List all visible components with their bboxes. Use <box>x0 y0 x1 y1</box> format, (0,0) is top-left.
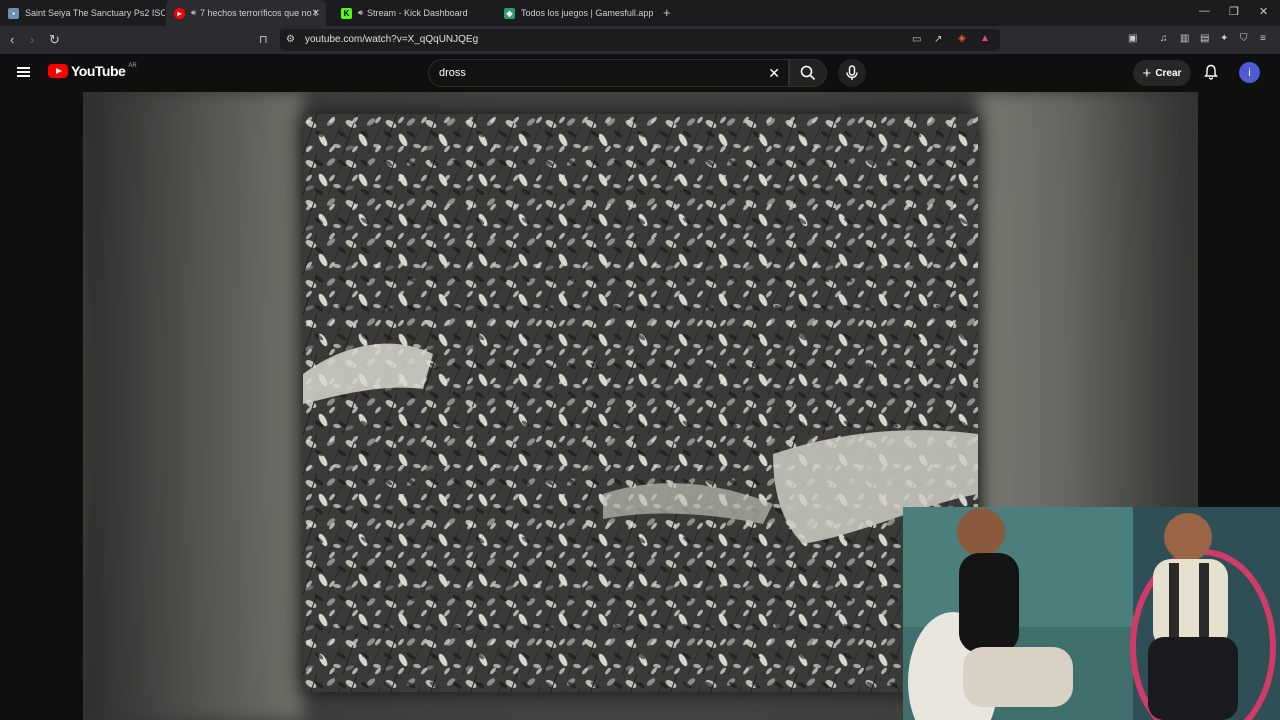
youtube-favicon-icon: ▸ <box>174 7 185 19</box>
forward-icon[interactable]: › <box>30 32 34 47</box>
image-favicon-icon: ▪ <box>8 7 19 19</box>
url-text: youtube.com/watch?v=X_qQqUNJQEg <box>305 34 479 45</box>
tab-gamesfull[interactable]: ◆ Todos los juegos | Gamesfull.app <box>496 0 656 26</box>
menu-icon[interactable]: ≡ <box>1260 33 1266 44</box>
search-icon <box>800 65 816 81</box>
video-frame-photo <box>303 114 978 692</box>
blurred-background-left <box>83 92 303 720</box>
youtube-logo[interactable]: YouTube AR <box>48 63 137 79</box>
speaker-icon[interactable]: 🔊︎ <box>358 8 363 18</box>
microphone-icon <box>846 65 858 80</box>
search-button[interactable] <box>789 59 827 87</box>
notifications-bell-icon[interactable] <box>1203 64 1219 80</box>
tab-kick-dashboard[interactable]: K 🔊︎ Stream - Kick Dashboard <box>333 0 493 26</box>
tab-title: Todos los juegos | Gamesfull.app <box>521 8 654 18</box>
youtube-header: YouTube AR dross ✕ + Crear i <box>0 54 1280 92</box>
webcam-feed <box>903 507 1280 720</box>
voice-search-button[interactable] <box>838 59 866 87</box>
minimize-icon[interactable]: — <box>1199 5 1210 17</box>
window-close-icon[interactable]: ✕ <box>1259 5 1268 18</box>
url-field[interactable]: ⚙ youtube.com/watch?v=X_qQqUNJQEg ▭ ↗ ◈ … <box>280 29 1000 51</box>
leo-ai-icon[interactable]: ✦ <box>1220 33 1228 44</box>
share-icon[interactable]: ↗ <box>934 34 942 45</box>
site-settings-icon[interactable]: ⚙ <box>286 34 295 45</box>
brave-shield-icon[interactable]: ◈ <box>958 33 966 44</box>
clear-search-icon[interactable]: ✕ <box>768 65 780 82</box>
tab-saint-seiya[interactable]: ▪ Saint Seiya The Sanctuary Ps2 ISO (N <box>0 0 165 26</box>
avatar[interactable]: i <box>1239 62 1260 83</box>
create-label: Crear <box>1155 67 1182 79</box>
cast-icon[interactable]: ▭ <box>912 34 921 45</box>
vpn-icon[interactable]: ⛉ <box>1240 33 1248 44</box>
tab-title: Saint Seiya The Sanctuary Ps2 ISO (N <box>25 8 165 18</box>
youtube-wordmark: YouTube <box>71 63 126 79</box>
search-input[interactable]: dross ✕ <box>428 59 789 87</box>
tab-title: Stream - Kick Dashboard <box>367 8 468 18</box>
kick-favicon-icon: K <box>341 7 352 19</box>
gamepad-favicon-icon: ◆ <box>504 7 515 19</box>
address-bar-row: ‹ › ↻ ⊓ ⚙ youtube.com/watch?v=X_qQqUNJQE… <box>0 26 1280 54</box>
create-button[interactable]: + Crear <box>1133 60 1191 86</box>
tab-youtube-video[interactable]: ▸ 🔊︎ 7 hechos terroríficos que no t ✕ <box>166 0 326 26</box>
search-query: dross <box>439 67 466 79</box>
speaker-icon[interactable]: 🔊︎ <box>191 8 196 18</box>
new-tab-icon[interactable]: + <box>663 5 671 20</box>
close-tab-icon[interactable]: ✕ <box>312 8 320 19</box>
restore-icon[interactable]: ❐ <box>1229 5 1239 18</box>
hamburger-menu-icon[interactable] <box>17 67 30 77</box>
browser-tab-bar: ▪ Saint Seiya The Sanctuary Ps2 ISO (N ▸… <box>0 0 1280 26</box>
media-icon[interactable]: ♫ <box>1160 33 1168 44</box>
webcam-overlay <box>903 507 1280 720</box>
youtube-play-icon <box>48 64 68 78</box>
plus-icon: + <box>1142 64 1152 82</box>
bookmark-icon[interactable]: ⊓ <box>259 33 268 46</box>
foliage-scene <box>303 114 978 692</box>
sidebar-toggle-icon[interactable]: ▣ <box>1128 33 1137 44</box>
back-icon[interactable]: ‹ <box>10 32 14 47</box>
reload-icon[interactable]: ↻ <box>49 32 60 48</box>
sidebar-icon[interactable]: ▥ <box>1180 33 1189 44</box>
country-code: AR <box>128 63 137 69</box>
wallet-icon[interactable]: ▤ <box>1200 33 1209 44</box>
rewards-icon[interactable]: ▲ <box>980 33 990 44</box>
tab-title: 7 hechos terroríficos que no t <box>200 8 317 18</box>
